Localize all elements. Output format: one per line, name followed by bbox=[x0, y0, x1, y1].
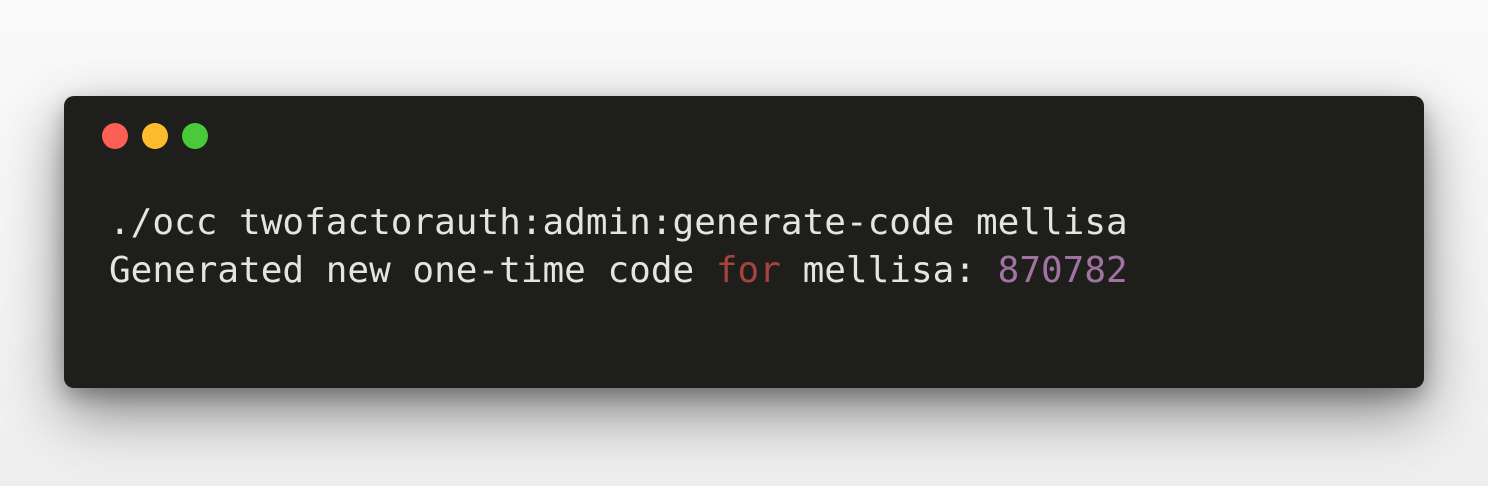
one-time-code: 870782 bbox=[997, 250, 1128, 291]
output-line: Generated new one-time code for mellisa:… bbox=[109, 247, 1128, 295]
output-keyword: for bbox=[715, 250, 781, 291]
window-controls bbox=[102, 123, 208, 149]
zoom-icon[interactable] bbox=[182, 123, 208, 149]
output-prefix: Generated new one-time code bbox=[109, 250, 716, 291]
command-line: ./occ twofactorauth:admin:generate-code … bbox=[109, 202, 1128, 243]
output-middle: mellisa: bbox=[780, 250, 998, 291]
minimize-icon[interactable] bbox=[142, 123, 168, 149]
terminal-output: ./occ twofactorauth:admin:generate-code … bbox=[109, 199, 1128, 295]
close-icon[interactable] bbox=[102, 123, 128, 149]
terminal-window: ./occ twofactorauth:admin:generate-code … bbox=[64, 96, 1424, 388]
